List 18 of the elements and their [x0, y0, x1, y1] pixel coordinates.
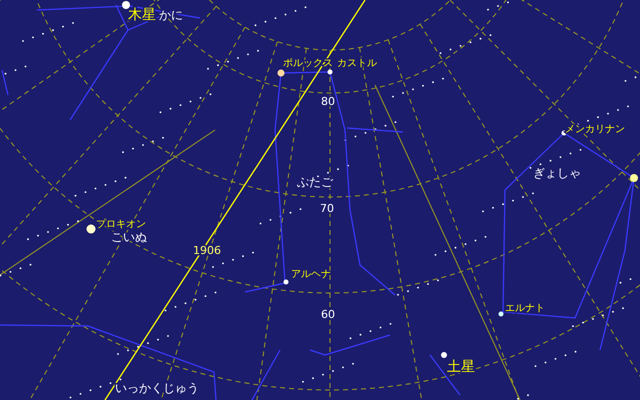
constellation-label: こいぬ	[111, 230, 147, 244]
constellation-label: ふたご	[297, 175, 333, 189]
planet-label: 木星	[128, 7, 156, 23]
grid-label: 60	[321, 308, 335, 321]
planet-label: 土星	[447, 359, 475, 375]
star-label: カストル	[337, 58, 377, 69]
constellation-label: ぎょしゃ	[533, 166, 581, 180]
grid-label: 80	[321, 95, 335, 108]
constellation-line	[1, 70, 9, 96]
star-label: プロキオン	[96, 219, 146, 230]
constellation-line	[430, 354, 460, 396]
star-label: アルヘナ	[291, 269, 331, 280]
star-label: ポルックス	[283, 58, 333, 69]
grid-label: 70	[320, 202, 334, 215]
constellation-label: いっかくじゅう	[115, 381, 199, 395]
star-label: メンカリナン	[565, 124, 625, 135]
constellation-line	[251, 350, 281, 400]
star-label: エルナト	[505, 303, 545, 314]
